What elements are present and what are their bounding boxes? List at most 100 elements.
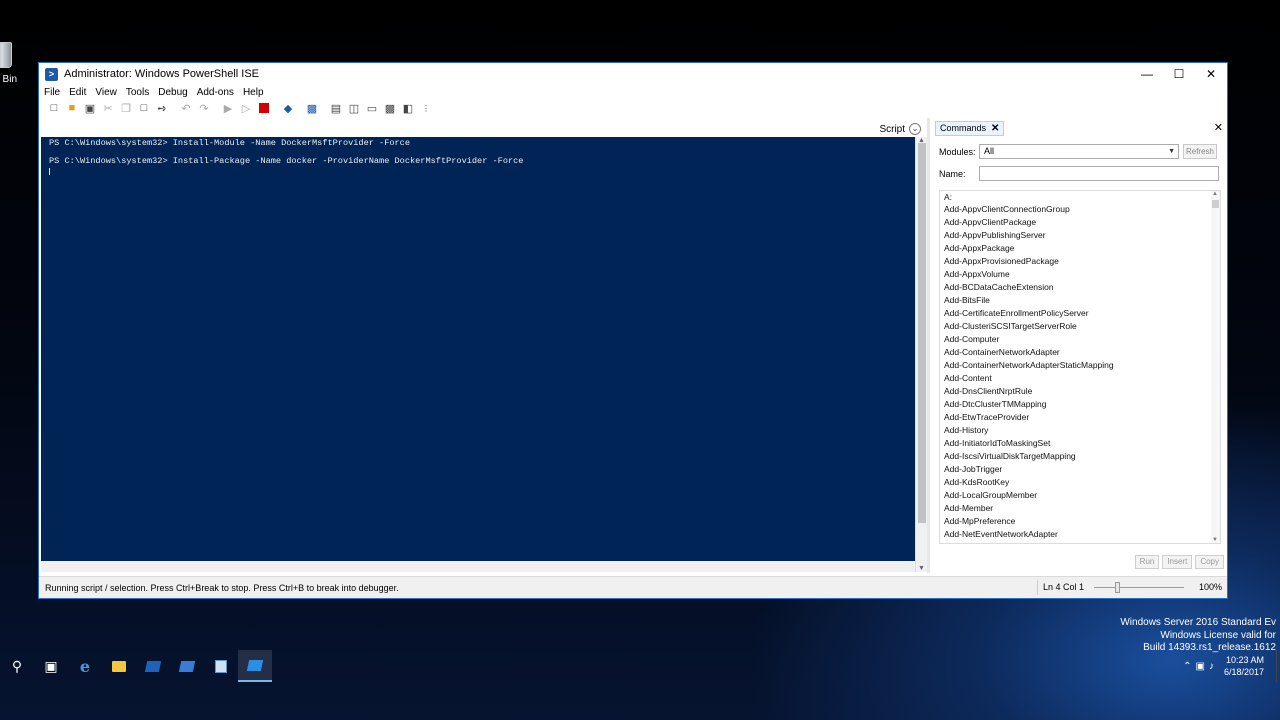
list-item[interactable]: Add-AppvPublishingServer (940, 229, 1220, 242)
script-pane-label: Script (879, 123, 905, 135)
copy-button[interactable]: Copy (1195, 555, 1224, 569)
close-tab-icon[interactable]: ✕ (991, 122, 999, 135)
powershell-icon[interactable] (136, 650, 170, 682)
console-vertical-scrollbar[interactable]: ▲ ▼ (915, 137, 927, 572)
paste-icon[interactable]: □ (135, 100, 153, 116)
new-script-icon[interactable]: □ (45, 100, 63, 116)
menu-tools[interactable]: Tools (126, 87, 149, 98)
list-item[interactable]: Add-JobTrigger (940, 463, 1220, 476)
chevron-down-icon[interactable]: ⌄ (909, 123, 921, 135)
list-item[interactable]: Add-CertificateEnrollmentPolicyServer (940, 307, 1220, 320)
menu-file[interactable]: File (44, 87, 60, 98)
task-view-icon[interactable]: ▣ (34, 650, 68, 682)
clock[interactable]: 10:23 AM 6/18/2017 (1224, 654, 1264, 678)
list-item[interactable]: Add-DtcClusterTMMapping (940, 398, 1220, 411)
name-input[interactable] (979, 166, 1219, 181)
menu-debug[interactable]: Debug (158, 87, 187, 98)
network-icon[interactable]: ▣ (1196, 661, 1209, 672)
tab-commands[interactable]: Commands ✕ (935, 121, 1005, 136)
recycle-bin[interactable]: le Bin (0, 42, 32, 85)
start-powershell-icon[interactable]: ▩ (303, 100, 321, 116)
list-item[interactable]: Add-BCDataCacheExtension (940, 281, 1220, 294)
list-item[interactable]: Add-IscsiVirtualDiskTargetMapping (940, 450, 1220, 463)
list-item[interactable]: Add-AppxVolume (940, 268, 1220, 281)
powershell-ise-window: > Administrator: Windows PowerShell ISE … (38, 62, 1228, 599)
scrollbar-thumb[interactable] (918, 143, 926, 523)
zoom-slider[interactable] (1094, 587, 1184, 588)
insert-button[interactable]: Insert (1162, 555, 1193, 569)
copy-icon[interactable]: ❐ (117, 100, 135, 116)
refresh-button[interactable]: Refresh (1183, 144, 1217, 159)
list-item[interactable]: Add-DnsClientNrptRule (940, 385, 1220, 398)
cut-icon[interactable]: ✂ (99, 100, 117, 116)
desktop: le Bin Windows Server 2016 Standard Ev W… (0, 0, 1280, 720)
list-item[interactable]: Add-KdsRootKey (940, 476, 1220, 489)
list-item[interactable]: Add-AppvClientConnectionGroup (940, 203, 1220, 216)
recycle-bin-label: le Bin (0, 74, 18, 85)
list-item[interactable]: Add-Content (940, 372, 1220, 385)
menu-edit[interactable]: Edit (69, 87, 86, 98)
clear-console-icon[interactable]: ➺ (153, 100, 171, 116)
undo-icon[interactable]: ↶ (177, 100, 195, 116)
list-item[interactable]: Add-AppxPackage (940, 242, 1220, 255)
open-folder-icon[interactable]: ■ (63, 100, 81, 116)
list-item[interactable]: Add-ContainerNetworkAdapterStaticMapping (940, 359, 1220, 372)
commands-list[interactable]: A: Add-AppvClientConnectionGroup Add-AppvC… (939, 190, 1221, 544)
show-script-right-icon[interactable]: ◫ (345, 100, 363, 116)
maximize-icon[interactable]: ☐ (1163, 63, 1195, 85)
search-icon[interactable]: ⚲ (0, 650, 34, 682)
list-item[interactable]: Add-History (940, 424, 1220, 437)
commands-list-scrollbar[interactable]: ▲ ▼ (1211, 191, 1220, 543)
scroll-down-icon[interactable]: ▼ (918, 565, 925, 572)
server-manager-icon[interactable] (170, 650, 204, 682)
list-item[interactable]: Add-MpPreference (940, 515, 1220, 528)
list-item[interactable]: Add-NetEventPacketCaptureProvider (940, 541, 1220, 543)
show-command-addon-icon[interactable]: ◧ (399, 100, 417, 116)
title-bar[interactable]: > Administrator: Windows PowerShell ISE … (39, 63, 1227, 85)
list-item[interactable]: Add-AppvClientPackage (940, 216, 1220, 229)
redo-icon[interactable]: ↷ (195, 100, 213, 116)
list-item[interactable]: Add-Computer (940, 333, 1220, 346)
list-item[interactable]: Add-Member (940, 502, 1220, 515)
volume-icon[interactable]: ♪ (1209, 661, 1218, 672)
notepad-icon[interactable] (204, 650, 238, 682)
close-icon[interactable]: ✕ (1195, 63, 1227, 85)
menu-view[interactable]: View (95, 87, 117, 98)
show-desktop-button[interactable] (1276, 650, 1280, 682)
run-script-icon[interactable]: ▶ (219, 100, 237, 116)
show-script-top-icon[interactable]: ▤ (327, 100, 345, 116)
toolbar-overflow-icon[interactable]: ⋮ (417, 100, 435, 116)
folder-icon[interactable] (102, 650, 136, 682)
zoom-slider-thumb[interactable] (1115, 582, 1120, 593)
console-horizontal-scrollbar[interactable] (41, 561, 915, 572)
show-hidden-icons-icon[interactable]: ⌃ (1183, 661, 1195, 672)
pane-splitter[interactable] (927, 118, 930, 573)
zoom-level: 100% (1199, 582, 1223, 592)
list-item[interactable]: Add-BitsFile (940, 294, 1220, 307)
stop-operation-icon[interactable] (255, 100, 273, 116)
scroll-up-icon[interactable]: ▲ (1212, 191, 1218, 197)
scrollbar-thumb[interactable] (1212, 200, 1219, 208)
list-item[interactable]: Add-NetEventNetworkAdapter (940, 528, 1220, 541)
show-script-maximized-icon[interactable]: ▭ (363, 100, 381, 116)
menu-add-ons[interactable]: Add-ons (197, 87, 234, 98)
powershell-ise-icon[interactable] (238, 650, 272, 682)
run-selection-icon[interactable]: ▷ (237, 100, 255, 116)
list-item[interactable]: Add-AppxProvisionedPackage (940, 255, 1220, 268)
minimize-icon[interactable]: — (1131, 63, 1163, 85)
modules-select[interactable]: All ▼ (979, 144, 1179, 159)
list-item[interactable]: Add-EtwTraceProvider (940, 411, 1220, 424)
scroll-down-icon[interactable]: ▼ (1212, 537, 1218, 543)
list-item[interactable]: Add-ContainerNetworkAdapter (940, 346, 1220, 359)
list-item[interactable]: Add-LocalGroupMember (940, 489, 1220, 502)
menu-help[interactable]: Help (243, 87, 264, 98)
list-item[interactable]: Add-InitiatorIdToMaskingSet (940, 437, 1220, 450)
internet-explorer-icon[interactable]: e (68, 650, 102, 682)
close-pane-icon[interactable]: ✕ (1214, 121, 1223, 134)
save-icon[interactable]: ▣ (81, 100, 99, 116)
console-pane[interactable]: PS C:\Windows\system32> Install-Module -… (41, 137, 915, 561)
run-button[interactable]: Run (1134, 555, 1160, 569)
new-remote-tab-icon[interactable]: ◆ (279, 100, 297, 116)
show-command-window-icon[interactable]: ▩ (381, 100, 399, 116)
list-item[interactable]: Add-ClusteriSCSITargetServerRole (940, 320, 1220, 333)
